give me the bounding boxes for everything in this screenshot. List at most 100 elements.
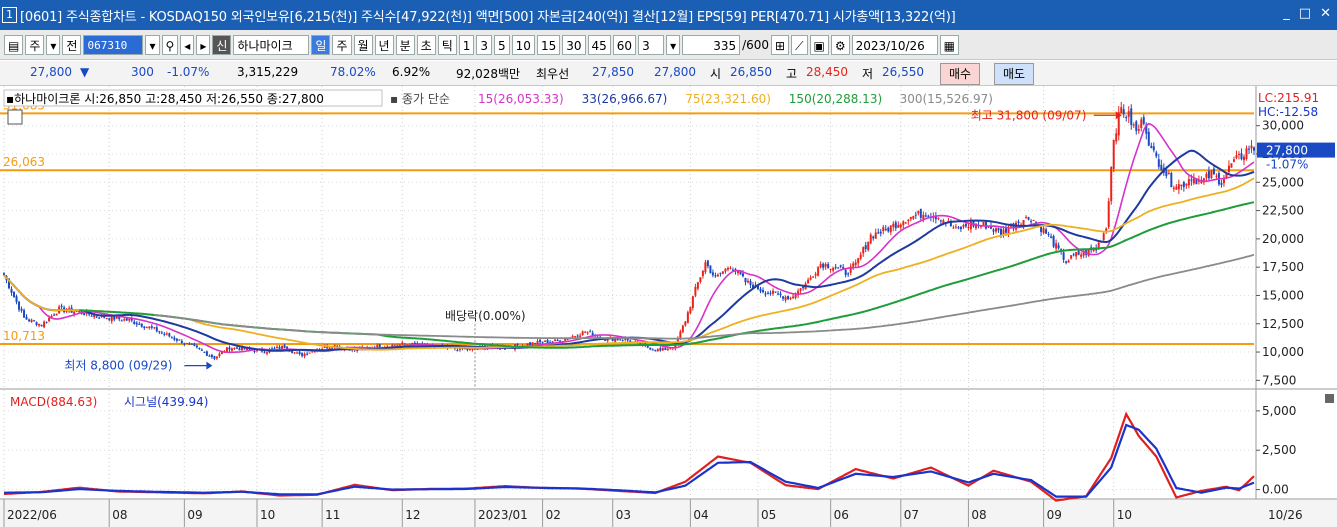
interval-5[interactable]: 5: [494, 34, 510, 55]
interval-45[interactable]: 45: [587, 34, 611, 55]
candle-body: [1072, 254, 1075, 256]
interval-60[interactable]: 60: [612, 34, 637, 55]
x-tick-label: 03: [616, 508, 631, 522]
calendar-icon[interactable]: ▦: [939, 34, 959, 55]
code-dropdown-icon[interactable]: ▾: [145, 34, 160, 55]
period-month[interactable]: 월: [353, 34, 373, 55]
candle-body: [1065, 261, 1068, 263]
period-tick[interactable]: 틱: [437, 34, 457, 55]
sell-button[interactable]: 매도: [994, 63, 1035, 85]
candle-body: [230, 348, 233, 351]
open-price: 26,850: [730, 65, 772, 79]
candle-body: [1047, 234, 1050, 236]
next-icon[interactable]: ▸: [196, 34, 211, 55]
period-second[interactable]: 초: [416, 34, 436, 55]
best-label: 최우선: [536, 67, 570, 81]
candle-body: [291, 351, 294, 353]
period-minute[interactable]: 분: [395, 34, 415, 55]
stock-code-input[interactable]: 067310: [83, 34, 144, 55]
horizontal-line-label: 26,063: [3, 155, 45, 169]
date-input[interactable]: 2023/10/26: [851, 34, 938, 55]
turnover: 6.92%: [392, 65, 431, 79]
candle-body: [586, 332, 589, 334]
chart-area: 30,00027,50025,00022,50020,00017,50015,0…: [0, 86, 1337, 527]
candle-body: [907, 219, 910, 221]
bar-count-input[interactable]: 335: [682, 34, 741, 55]
candle-body: [927, 215, 930, 217]
candle-body: [749, 280, 752, 285]
dropdown-icon[interactable]: ▾: [46, 34, 61, 55]
minimize-icon[interactable]: _: [1283, 6, 1290, 21]
draw-tool-icon[interactable]: ⟋: [791, 34, 808, 55]
interval-15[interactable]: 15: [536, 34, 561, 55]
candle-body: [1122, 109, 1125, 115]
candle-body: [721, 271, 724, 274]
period-week-select[interactable]: 주: [25, 34, 45, 55]
candle-body: [73, 312, 76, 315]
candle-body: [1132, 124, 1135, 126]
candle-body: [741, 273, 744, 277]
candle-body: [393, 344, 396, 346]
candle-body: [1102, 233, 1105, 241]
open-label: 시: [710, 67, 722, 81]
candle-body: [862, 247, 865, 254]
horizontal-line-label: 10,713: [3, 329, 45, 343]
candle-body: [173, 337, 176, 340]
candle-body: [922, 214, 925, 219]
candle-body: [877, 232, 880, 234]
hc-label: HC:-12.58: [1258, 105, 1318, 119]
candle-body: [153, 327, 156, 329]
period-week[interactable]: 주: [332, 34, 352, 55]
candle-body: [817, 267, 820, 276]
candle-body: [253, 350, 256, 352]
maximize-icon[interactable]: □: [1299, 6, 1311, 21]
interval-1[interactable]: 1: [458, 34, 475, 55]
candle-body: [1172, 187, 1175, 190]
candle-body: [566, 339, 569, 341]
search-icon[interactable]: ⚲: [161, 34, 179, 55]
candle-body: [1057, 245, 1060, 249]
interval-3[interactable]: 3: [476, 34, 493, 55]
layout-icon[interactable]: ▤: [4, 34, 24, 55]
candle-body: [1135, 121, 1138, 131]
candle-body: [401, 342, 404, 345]
count-select[interactable]: 3: [638, 34, 665, 55]
panel-menu-icon: [1325, 394, 1334, 403]
candle-body: [1155, 152, 1158, 157]
candle-body: [772, 290, 775, 294]
interval-10[interactable]: 10: [511, 34, 535, 55]
price-tick-label: 15,000: [1262, 288, 1304, 302]
candle-body: [709, 265, 712, 274]
count-dropdown-icon[interactable]: ▾: [666, 34, 681, 55]
candle-body: [1182, 182, 1185, 188]
interval-30[interactable]: 30: [562, 34, 586, 55]
candle-body: [1175, 186, 1178, 190]
candle-body: [10, 288, 13, 293]
prev-icon[interactable]: ◂: [180, 34, 195, 55]
candle-body: [589, 331, 592, 333]
chart-tool-icon[interactable]: ⊞: [771, 34, 790, 55]
candle-body: [1190, 179, 1193, 181]
candle-body: [867, 241, 870, 251]
candle-body: [1080, 254, 1083, 257]
candle-body: [626, 338, 629, 341]
candle-body: [1070, 255, 1073, 259]
candle-body: [1170, 172, 1173, 188]
candle-body: [571, 336, 574, 338]
buy-button[interactable]: 매수: [940, 63, 981, 85]
period-day[interactable]: 일: [311, 34, 331, 55]
save-icon[interactable]: ▣: [809, 34, 829, 55]
price-tick-label: 10,000: [1262, 345, 1304, 359]
gear-icon[interactable]: ⚙: [830, 34, 850, 55]
candle-body: [1017, 221, 1020, 223]
candle-body: [574, 336, 577, 338]
close-icon[interactable]: ✕: [1320, 6, 1331, 21]
candle-body: [301, 353, 304, 356]
period-year[interactable]: 년: [374, 34, 394, 55]
candle-body: [108, 318, 111, 320]
candle-body: [13, 291, 16, 297]
candle-body: [666, 348, 669, 351]
candle-body: [303, 353, 306, 357]
x-tick-label: 06: [834, 508, 849, 522]
candle-body: [1207, 171, 1210, 179]
